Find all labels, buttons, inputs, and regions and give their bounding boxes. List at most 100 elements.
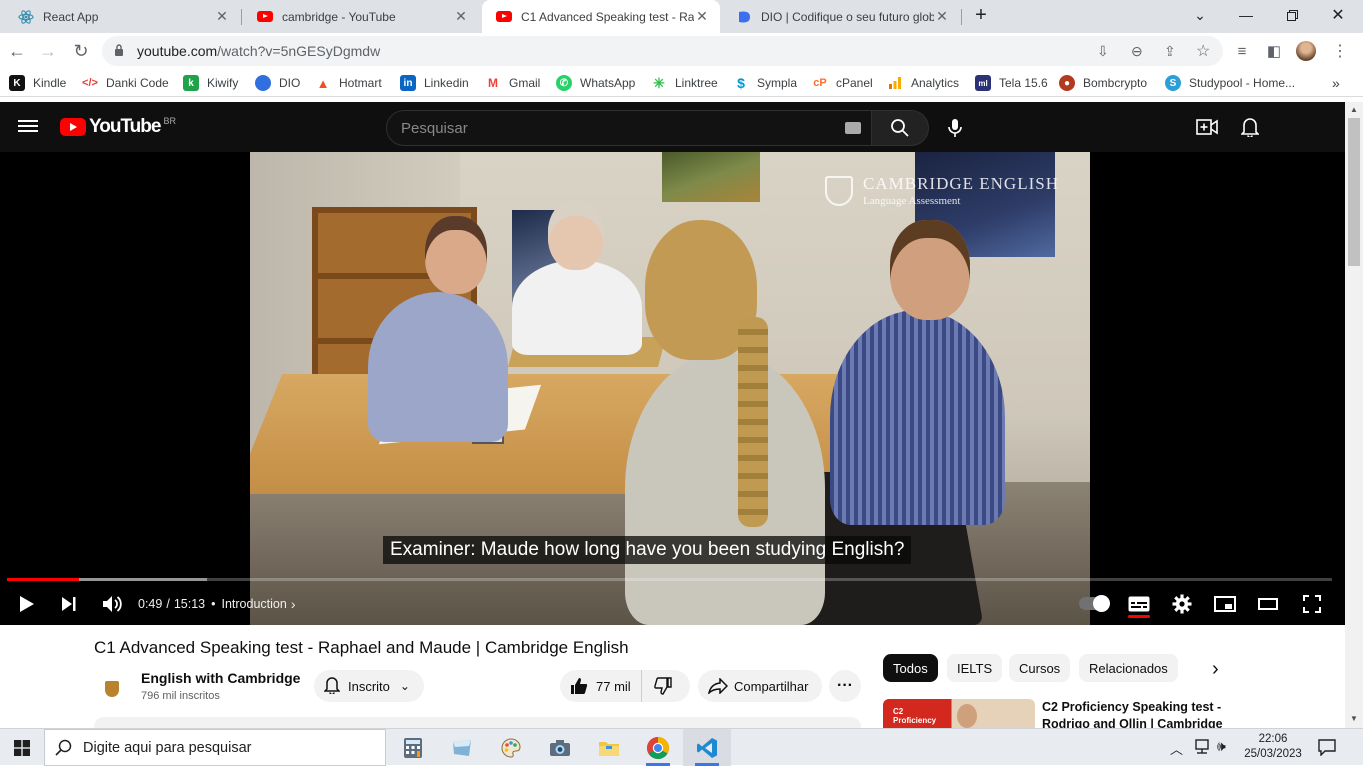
settings-button[interactable]: [1169, 592, 1195, 616]
bookmark-whatsapp[interactable]: ✆ WhatsApp: [556, 74, 635, 92]
paint-app[interactable]: [487, 729, 535, 766]
close-tab-icon[interactable]: ✕: [694, 8, 710, 25]
scroll-down-icon[interactable]: ▼: [1350, 714, 1358, 723]
bookmark-danki-code[interactable]: </> Danki Code: [82, 74, 169, 92]
bookmark-star-icon[interactable]: ☆: [1196, 41, 1210, 61]
chrome-app[interactable]: [634, 729, 682, 766]
calculator-app[interactable]: [389, 729, 437, 766]
channel-avatar[interactable]: [98, 675, 126, 703]
chrome-menu-icon[interactable]: ⋮: [1328, 39, 1352, 63]
subscribed-button[interactable]: Inscrito ⌄: [314, 670, 424, 702]
share-button[interactable]: Compartilhar: [698, 670, 823, 702]
menu-icon[interactable]: [18, 117, 38, 137]
bookmark-dio[interactable]: DIO: [255, 74, 300, 92]
bookmark-linkedin[interactable]: in Linkedin: [400, 74, 469, 92]
forward-icon[interactable]: →: [36, 39, 60, 63]
chips-next-icon[interactable]: ›: [1212, 658, 1219, 681]
vscode-app[interactable]: [683, 729, 731, 766]
like-button[interactable]: 77 mil: [560, 670, 642, 702]
file-explorer-app[interactable]: [585, 729, 633, 766]
install-app-icon[interactable]: ⇩: [1097, 43, 1109, 60]
tab-cambridge-youtube[interactable]: cambridge - YouTube ✕: [243, 0, 479, 33]
chevron-up-icon[interactable]: ︿: [1170, 739, 1183, 758]
camera-app[interactable]: [536, 729, 584, 766]
cloud-app[interactable]: [438, 729, 486, 766]
profile-avatar[interactable]: [1294, 39, 1318, 63]
linkedin-icon: in: [400, 75, 416, 91]
tab-title: DIO | Codifique o seu futuro glob: [761, 9, 934, 24]
tab-search-icon[interactable]: ⌄: [1177, 0, 1223, 30]
chip-ielts[interactable]: IELTS: [947, 654, 1003, 682]
voice-search-button[interactable]: [938, 110, 972, 146]
theater-mode-button[interactable]: [1255, 592, 1281, 616]
zoom-icon[interactable]: ⊖: [1131, 43, 1143, 60]
bookmark-analytics[interactable]: Analytics: [887, 74, 959, 92]
page-scrollbar[interactable]: ▲ ▼: [1345, 102, 1363, 728]
address-bar[interactable]: youtube.com/watch?v=5nGESyDgmdw ⇩ ⊖ ⇪ ☆: [102, 36, 1223, 66]
notification-center-icon[interactable]: [1318, 738, 1336, 759]
speaker-icon[interactable]: 🕪: [1217, 738, 1226, 755]
create-video-button[interactable]: [1195, 115, 1219, 139]
close-tab-icon[interactable]: ✕: [214, 8, 230, 25]
search-button[interactable]: [871, 110, 929, 146]
chapter-title[interactable]: Introduction: [222, 597, 287, 611]
share-icon[interactable]: ⇪: [1164, 43, 1176, 60]
reload-icon[interactable]: ↻: [69, 39, 93, 63]
volume-button[interactable]: [99, 592, 125, 616]
keyboard-icon[interactable]: [845, 122, 861, 134]
subtitles-button[interactable]: [1126, 592, 1152, 616]
bookmark-sympla[interactable]: $ Sympla: [733, 74, 797, 92]
chip-todos[interactable]: Todos: [883, 654, 938, 682]
back-icon[interactable]: ←: [5, 39, 29, 63]
channel-name[interactable]: English with Cambridge: [141, 670, 300, 686]
watermark-line1: CAMBRIDGE ENGLISH: [863, 174, 1059, 193]
description-box[interactable]: [94, 717, 861, 728]
notifications-button[interactable]: [1238, 115, 1262, 139]
reading-list-icon[interactable]: ≡: [1230, 39, 1254, 63]
bookmark-tela[interactable]: ml Tela 15.6: [975, 74, 1048, 92]
bookmark-cpanel[interactable]: cP cPanel: [812, 74, 872, 92]
recommended-video-title[interactable]: C2 Proficiency Speaking test - Rodrigo a…: [1042, 699, 1242, 728]
chip-cursos[interactable]: Cursos: [1009, 654, 1071, 682]
bookmark-bombcrypto[interactable]: ● Bombcrypto: [1059, 74, 1147, 92]
recommended-video-thumbnail[interactable]: C2 Proficiency: [883, 699, 1035, 728]
bookmarks-bar: K Kindle </> Danki Code k Kiwify DIO ▲ Hotma…: [0, 69, 1363, 97]
search-input[interactable]: Pesquisar: [386, 110, 872, 146]
next-button[interactable]: [56, 592, 82, 616]
bookmark-kindle[interactable]: K Kindle: [9, 74, 66, 92]
close-tab-icon[interactable]: ✕: [453, 8, 469, 25]
tab-title: C1 Advanced Speaking test - Rap: [521, 9, 694, 24]
close-window-icon[interactable]: ✕: [1315, 0, 1361, 30]
network-icon[interactable]: [1193, 739, 1211, 758]
start-button[interactable]: [0, 729, 44, 766]
system-clock[interactable]: 22:06 25/03/2023: [1242, 732, 1304, 762]
restore-icon[interactable]: [1269, 0, 1315, 30]
bookmark-gmail[interactable]: M Gmail: [485, 74, 540, 92]
bookmark-kiwify[interactable]: k Kiwify: [183, 74, 238, 92]
taskbar-search-input[interactable]: Digite aqui para pesquisar: [44, 729, 386, 766]
bookmark-linktree[interactable]: ✳ Linktree: [651, 74, 718, 92]
miniplayer-button[interactable]: [1212, 592, 1238, 616]
bookmarks-overflow-button[interactable]: »: [1332, 74, 1340, 92]
fullscreen-button[interactable]: [1299, 592, 1325, 616]
close-tab-icon[interactable]: ✕: [934, 8, 950, 25]
bookmark-studypool[interactable]: S Studypool - Home...: [1165, 74, 1295, 92]
scrollbar-thumb[interactable]: [1348, 118, 1360, 266]
progress-bar[interactable]: [7, 578, 1332, 581]
new-tab-button[interactable]: +: [958, 0, 1004, 30]
bookmark-label: Kiwify: [207, 76, 239, 90]
scroll-up-icon[interactable]: ▲: [1350, 105, 1358, 114]
bookmark-hotmart[interactable]: ▲ Hotmart: [315, 74, 382, 92]
autoplay-toggle[interactable]: [1079, 595, 1110, 612]
side-panel-icon[interactable]: ◧: [1262, 39, 1286, 63]
chip-relacionados[interactable]: Relacionados: [1079, 654, 1178, 682]
dislike-button[interactable]: [642, 670, 684, 702]
video-player[interactable]: CAMBRIDGE ENGLISH Language Assessment Ex…: [0, 152, 1345, 625]
tab-c1-speaking-test[interactable]: C1 Advanced Speaking test - Rap ✕: [482, 0, 720, 33]
tab-dio[interactable]: DIO | Codifique o seu futuro glob ✕: [722, 0, 960, 33]
tab-react-app[interactable]: React App ✕: [4, 0, 240, 33]
youtube-logo[interactable]: YouTube BR: [60, 116, 176, 138]
minimize-icon[interactable]: —: [1223, 0, 1269, 30]
more-actions-button[interactable]: ···: [829, 670, 861, 702]
play-button[interactable]: [14, 592, 40, 616]
